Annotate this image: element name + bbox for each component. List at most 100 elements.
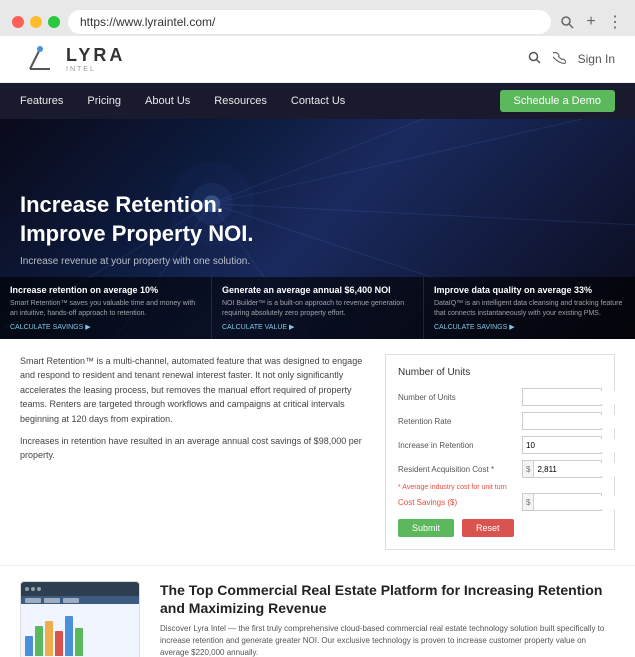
bottom-desc: Discover Lyra Intel — the first truly co… xyxy=(160,623,615,657)
calc-acquisition-dollar-icon: $ xyxy=(523,461,534,477)
calc-acquisition-label: Resident Acquisition Cost * xyxy=(398,465,516,474)
calc-row-increase: Increase in Retention % xyxy=(398,436,602,454)
logo-name: LYRA xyxy=(66,45,125,66)
nav-links: Features Pricing About Us Resources Cont… xyxy=(20,95,345,107)
address-bar[interactable]: https://www.lyraintel.com/ xyxy=(68,10,551,34)
calc-retention-rate-input[interactable] xyxy=(523,415,635,428)
calc-submit-button[interactable]: Submit xyxy=(398,519,454,537)
search-browser-icon[interactable] xyxy=(559,14,575,30)
screenshot-dot-3 xyxy=(37,587,41,591)
product-screenshot xyxy=(20,581,140,657)
calc-units-label: Number of Units xyxy=(398,393,516,402)
website-content: LYRA INTEL Sign In xyxy=(0,36,635,657)
feature-box-3-link[interactable]: CALCULATE SAVINGS ▶ xyxy=(434,323,625,331)
feature-box-2-link[interactable]: CALCULATE VALUE ▶ xyxy=(222,323,413,331)
hero-subtitle: Increase revenue at your property with o… xyxy=(20,256,615,267)
schedule-demo-button[interactable]: Schedule a Demo xyxy=(500,90,615,112)
calc-reset-button[interactable]: Reset xyxy=(462,519,514,537)
calc-row-savings: Cost Savings ($) $ xyxy=(398,493,602,511)
minimize-button[interactable] xyxy=(30,16,42,28)
screenshot-dot-2 xyxy=(31,587,35,591)
calc-savings-label: Cost Savings ($) xyxy=(398,498,516,507)
url-text: https://www.lyraintel.com/ xyxy=(80,15,539,29)
content-section: Smart Retention™ is a multi-channel, aut… xyxy=(0,339,635,565)
screenshot-dot-1 xyxy=(25,587,29,591)
hero-title: Increase Retention. Improve Property NOI… xyxy=(20,191,615,248)
content-left: Smart Retention™ is a multi-channel, aut… xyxy=(20,354,365,550)
chart-bar-2 xyxy=(35,626,43,656)
calc-acquisition-field: $ xyxy=(522,460,602,478)
nav-about[interactable]: About Us xyxy=(145,95,190,107)
chart-bar-1 xyxy=(25,636,33,656)
screenshot-nav-item-1 xyxy=(25,598,41,603)
nav-contact[interactable]: Contact Us xyxy=(291,95,345,107)
chart-bar-4 xyxy=(55,631,63,656)
feature-box-3-title: Improve data quality on average 33% xyxy=(434,285,625,295)
calc-increase-field: % xyxy=(522,436,602,454)
chart-bar-3 xyxy=(45,621,53,656)
hero-section: Increase Retention. Improve Property NOI… xyxy=(0,119,635,339)
feature-box-retention: Increase retention on average 10% Smart … xyxy=(0,277,212,339)
new-tab-icon[interactable]: + xyxy=(583,14,599,30)
screenshot-nav xyxy=(21,596,139,604)
nav-pricing[interactable]: Pricing xyxy=(87,95,121,107)
calc-acquisition-input[interactable] xyxy=(534,463,635,476)
logo-svg xyxy=(20,44,60,74)
site-topbar: LYRA INTEL Sign In xyxy=(0,36,635,83)
calc-units-input[interactable] xyxy=(523,391,635,404)
calc-increase-label: Increase in Retention xyxy=(398,441,516,450)
content-paragraph-1: Smart Retention™ is a multi-channel, aut… xyxy=(20,354,365,426)
calc-row-retention-rate: Retention Rate % xyxy=(398,412,602,430)
topbar-actions: Sign In xyxy=(528,51,615,67)
close-button[interactable] xyxy=(12,16,24,28)
feature-box-1-link[interactable]: CALCULATE SAVINGS ▶ xyxy=(10,323,201,331)
hero-content: Increase Retention. Improve Property NOI… xyxy=(20,191,615,267)
traffic-lights xyxy=(12,16,60,28)
bottom-section: The Top Commercial Real Estate Platform … xyxy=(0,565,635,657)
site-nav: Features Pricing About Us Resources Cont… xyxy=(0,83,635,119)
feature-box-1-desc: Smart Retention™ saves you valuable time… xyxy=(10,299,201,319)
more-options-icon[interactable]: ⋮ xyxy=(607,14,623,30)
calc-units-field: ⊡ xyxy=(522,388,602,406)
feature-box-data: Improve data quality on average 33% Data… xyxy=(424,277,635,339)
feature-box-2-title: Generate an average annual $6,400 NOI xyxy=(222,285,413,295)
calc-row-acquisition: Resident Acquisition Cost * $ xyxy=(398,460,602,478)
calculator-form: Number of Units Number of Units ⊡ Retent… xyxy=(385,354,615,550)
screenshot-topbar xyxy=(21,582,139,596)
bottom-title: The Top Commercial Real Estate Platform … xyxy=(160,581,615,617)
content-paragraph-2: Increases in retention have resulted in … xyxy=(20,434,365,463)
maximize-button[interactable] xyxy=(48,16,60,28)
feature-box-3-desc: DataIQ™ is an intelligent data cleansing… xyxy=(434,299,625,319)
logo-sub: INTEL xyxy=(66,66,125,73)
search-icon[interactable] xyxy=(528,51,541,67)
feature-box-1-title: Increase retention on average 10% xyxy=(10,285,201,295)
chart-bar-5 xyxy=(65,616,73,656)
nav-resources[interactable]: Resources xyxy=(214,95,267,107)
sign-in-button[interactable]: Sign In xyxy=(578,52,615,66)
calc-savings-dollar-icon: $ xyxy=(523,494,534,510)
logo: LYRA INTEL xyxy=(20,44,125,74)
calc-buttons: Submit Reset xyxy=(398,519,602,537)
logo-text: LYRA INTEL xyxy=(66,45,125,73)
browser-actions: + ⋮ xyxy=(559,14,623,30)
feature-box-noi: Generate an average annual $6,400 NOI NO… xyxy=(212,277,424,339)
screenshot-chart xyxy=(21,604,139,657)
calc-retention-rate-field: % xyxy=(522,412,602,430)
screenshot-nav-item-3 xyxy=(63,598,79,603)
calc-increase-input[interactable] xyxy=(523,439,635,452)
nav-features[interactable]: Features xyxy=(20,95,63,107)
browser-window: https://www.lyraintel.com/ + ⋮ xyxy=(0,0,635,657)
calc-note: * Average industry cost for unit turn xyxy=(398,484,602,491)
calc-savings-field: $ xyxy=(522,493,602,511)
feature-box-2-desc: NOI Builder™ is a built-on approach to r… xyxy=(222,299,413,319)
calc-row-units: Number of Units ⊡ xyxy=(398,388,602,406)
chart-bar-6 xyxy=(75,628,83,656)
calc-title: Number of Units xyxy=(398,367,602,378)
calc-retention-rate-label: Retention Rate xyxy=(398,417,516,426)
bottom-text: The Top Commercial Real Estate Platform … xyxy=(160,581,615,657)
feature-boxes: Increase retention on average 10% Smart … xyxy=(0,277,635,339)
phone-icon[interactable] xyxy=(553,51,566,67)
calc-savings-input[interactable] xyxy=(534,496,635,509)
browser-tab-bar: https://www.lyraintel.com/ + ⋮ xyxy=(0,0,635,36)
screenshot-nav-item-2 xyxy=(44,598,60,603)
